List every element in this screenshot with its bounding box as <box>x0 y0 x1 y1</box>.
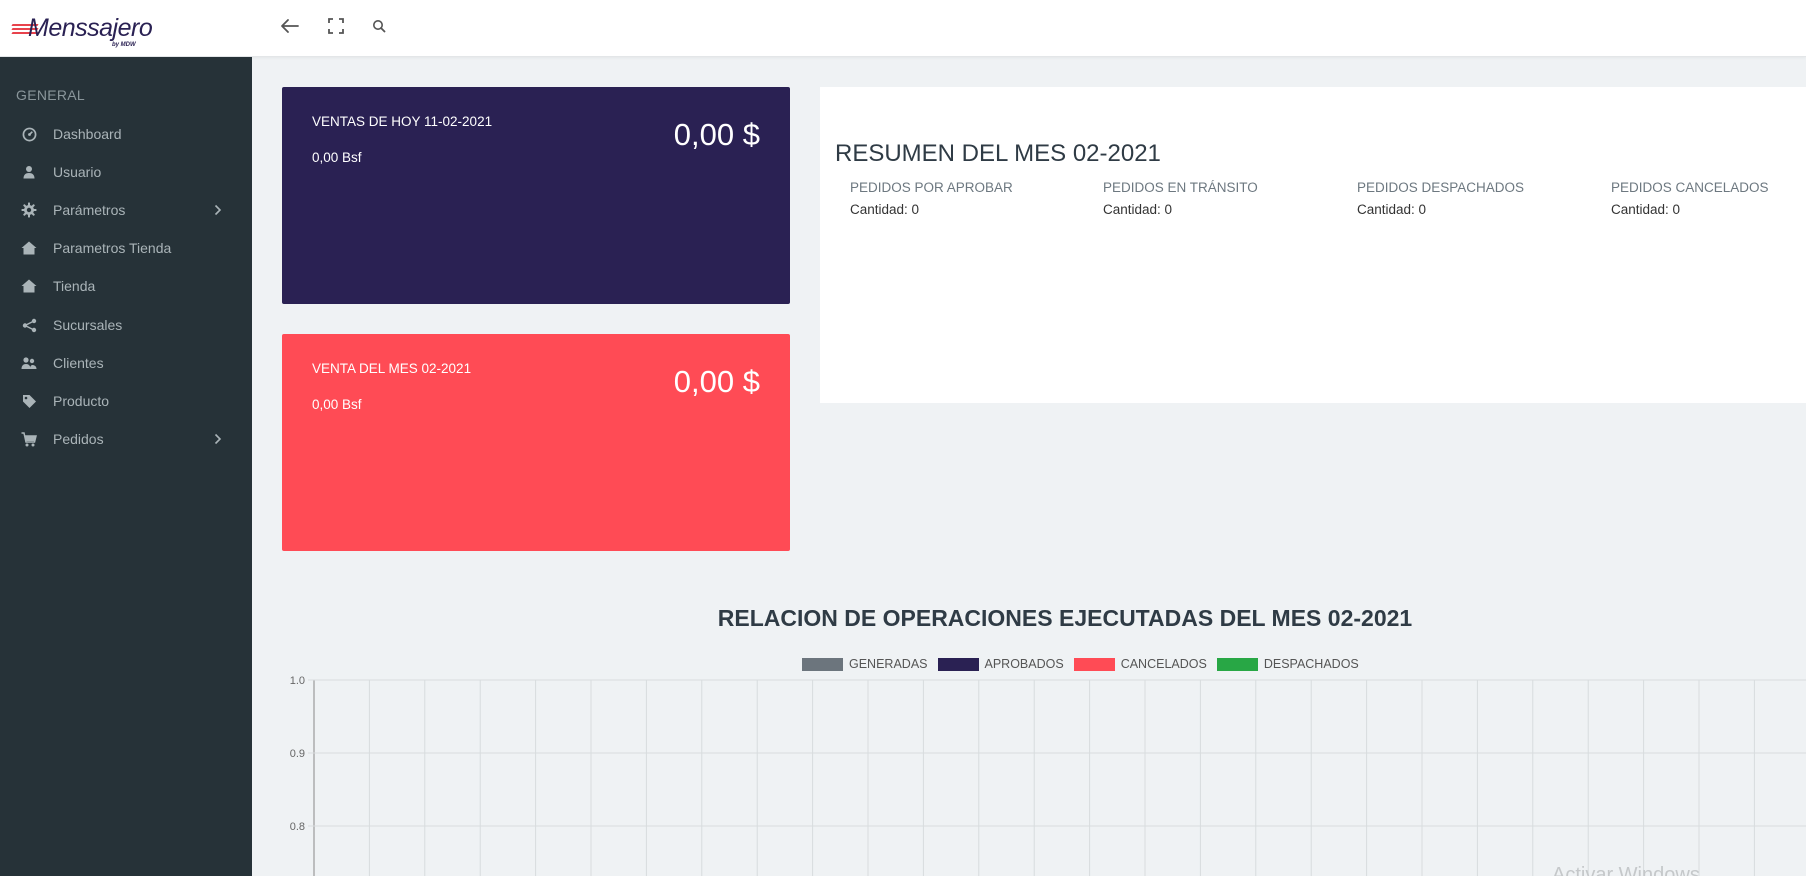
summary-col-label: PEDIDOS POR APROBAR <box>850 180 1013 195</box>
chevron-right-icon <box>213 433 223 445</box>
summary-col-en-transito: PEDIDOS EN TRÁNSITO Cantidad: 0 <box>1103 180 1258 217</box>
sidebar-item-parametros-tienda[interactable]: Parametros Tienda <box>0 229 252 267</box>
sidebar-item-label: Producto <box>53 393 110 409</box>
sidebar-item-label: Pedidos <box>53 431 104 447</box>
summary-col-por-aprobar: PEDIDOS POR APROBAR Cantidad: 0 <box>850 180 1013 217</box>
summary-col-label: PEDIDOS DESPACHADOS <box>1357 180 1525 195</box>
sales-month-title: VENTA DEL MES 02-2021 <box>312 361 472 376</box>
sidebar: GENERAL Dashboard Usuario Parámetros Par… <box>0 57 252 876</box>
sidebar-section-title: GENERAL <box>16 87 86 103</box>
summary-col-value: Cantidad: 0 <box>1103 202 1173 217</box>
y-tick-label: 1.0 <box>290 675 305 687</box>
dashboard-icon <box>20 125 38 143</box>
fullscreen-icon[interactable] <box>324 14 348 38</box>
y-tick-label: 0.8 <box>290 821 305 833</box>
sidebar-item-producto[interactable]: Producto <box>0 382 252 420</box>
sidebar-item-label: Tienda <box>53 278 96 294</box>
summary-col-value: Cantidad: 0 <box>1357 202 1427 217</box>
chevron-right-icon <box>213 204 223 216</box>
gear-icon <box>20 201 38 219</box>
logo-text: Menssajero <box>28 14 153 42</box>
operations-chart: 1.0 0.9 0.8 <box>290 675 1806 876</box>
sidebar-item-parametros[interactable]: Parámetros <box>0 191 252 229</box>
search-icon[interactable] <box>367 14 391 38</box>
cart-icon <box>20 430 38 448</box>
sidebar-item-tienda[interactable]: Tienda <box>0 267 252 305</box>
sales-month-bsf: 0,00 Bsf <box>312 397 362 412</box>
summary-col-value: Cantidad: 0 <box>1611 202 1681 217</box>
sales-month-card: VENTA DEL MES 02-2021 0,00 Bsf 0,00 $ <box>282 334 790 551</box>
sidebar-item-sucursales[interactable]: Sucursales <box>0 306 252 344</box>
summary-col-despachados: PEDIDOS DESPACHADOS Cantidad: 0 <box>1357 180 1524 217</box>
sidebar-item-label: Sucursales <box>53 317 123 333</box>
sales-month-amount: 0,00 $ <box>673 364 760 399</box>
chart-title: RELACION DE OPERACIONES EJECUTADAS DEL M… <box>717 605 1413 631</box>
sales-today-amount: 0,00 $ <box>673 117 760 152</box>
home-icon <box>20 239 38 257</box>
summary-col-cancelados: PEDIDOS CANCELADOS Cantidad: 0 <box>1611 180 1769 217</box>
summary-title: RESUMEN DEL MES 02-2021 <box>835 140 1161 167</box>
home-icon <box>20 277 38 295</box>
sidebar-item-label: Usuario <box>53 164 102 180</box>
activate-windows-watermark: Activar Windows <box>1552 864 1700 876</box>
sales-today-title: VENTAS DE HOY 11-02-2021 <box>312 114 493 129</box>
sales-today-bsf: 0,00 Bsf <box>312 150 362 165</box>
logo-subtext: by MDW <box>112 42 136 48</box>
sidebar-item-pedidos[interactable]: Pedidos <box>0 420 252 458</box>
sidebar-item-label: Dashboard <box>53 126 122 142</box>
sidebar-item-label: Parametros Tienda <box>53 240 172 256</box>
app-logo[interactable]: Menssajero by MDW <box>11 10 252 50</box>
sidebar-item-label: Parámetros <box>53 202 126 218</box>
y-tick-label: 0.9 <box>290 748 305 760</box>
sidebar-item-dashboard[interactable]: Dashboard <box>0 115 252 153</box>
users-icon <box>20 354 38 372</box>
summary-col-value: Cantidad: 0 <box>850 202 920 217</box>
sidebar-item-label: Clientes <box>53 355 104 371</box>
month-summary-panel: RESUMEN DEL MES 02-2021 PEDIDOS POR APRO… <box>820 87 1806 403</box>
summary-col-label: PEDIDOS CANCELADOS <box>1611 180 1769 195</box>
sales-today-card: VENTAS DE HOY 11-02-2021 0,00 Bsf 0,00 $ <box>282 87 790 304</box>
share-icon <box>20 316 38 334</box>
tag-icon <box>20 392 38 410</box>
sidebar-item-clientes[interactable]: Clientes <box>0 344 252 382</box>
summary-col-label: PEDIDOS EN TRÁNSITO <box>1103 180 1258 195</box>
sidebar-item-usuario[interactable]: Usuario <box>0 153 252 191</box>
user-icon <box>20 163 38 181</box>
top-header: Menssajero by MDW <box>0 0 1806 57</box>
back-arrow-icon[interactable] <box>278 14 302 38</box>
